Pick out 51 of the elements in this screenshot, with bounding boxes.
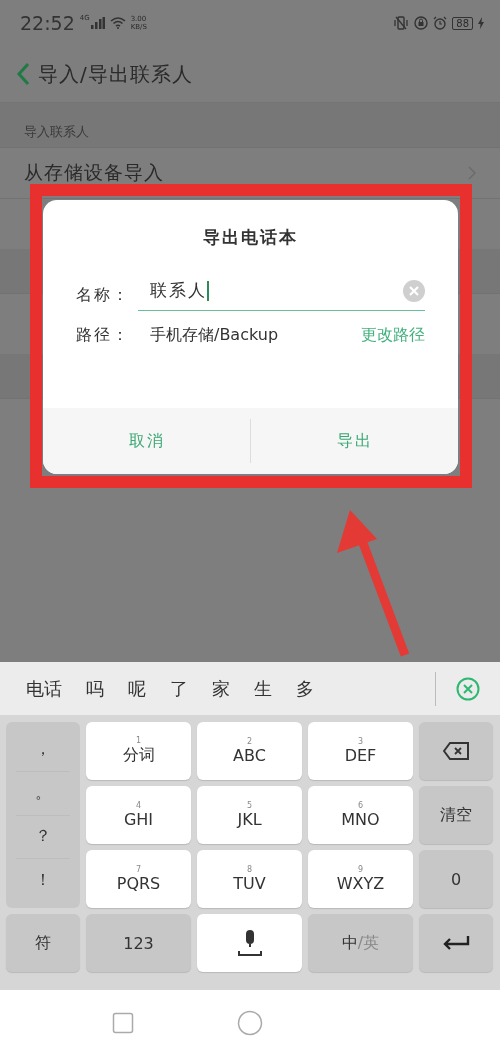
punctuation-key[interactable]: ？ (16, 815, 70, 860)
backspace-icon (443, 742, 469, 760)
keypad-key[interactable]: 1 分词 (86, 722, 191, 780)
enter-key[interactable] (419, 914, 493, 972)
keypad-key[interactable]: 8 TUV (197, 850, 302, 908)
candidate-word[interactable]: 家 (212, 676, 230, 701)
voice-space-key[interactable] (197, 914, 302, 972)
charging-icon (478, 17, 484, 29)
zero-key[interactable]: 0 (419, 850, 493, 908)
lock-icon (414, 16, 429, 30)
keypad-key[interactable]: 4 GHI (86, 786, 191, 844)
candidate-word[interactable]: 吗 (86, 676, 104, 701)
battery-indicator: 88 (452, 16, 473, 30)
candidate-word[interactable]: 生 (254, 676, 272, 701)
alarm-icon (433, 16, 448, 30)
punctuation-key[interactable]: 。 (16, 771, 70, 816)
punctuation-key[interactable]: ， (16, 728, 70, 772)
clear-key[interactable]: 清空 (419, 786, 493, 844)
numbers-key[interactable]: 123 (86, 914, 191, 972)
page-title: 导入/导出联系人 (38, 60, 193, 88)
back-icon[interactable] (16, 62, 30, 86)
candidate-word[interactable]: 电话 (26, 676, 62, 701)
vibrate-icon (393, 16, 410, 30)
keypad-key[interactable]: 5 JKL (197, 786, 302, 844)
candidate-word[interactable]: 呢 (128, 676, 146, 701)
candidate-word[interactable]: 了 (170, 676, 188, 701)
clear-icon[interactable] (403, 279, 425, 302)
signal-icon (90, 17, 105, 29)
field-label: 路径： (76, 325, 131, 346)
name-input-field[interactable]: 联系人 (138, 279, 425, 311)
keypad-key[interactable]: 7 PQRS (86, 850, 191, 908)
keypad-key[interactable]: 9 WXYZ (308, 850, 413, 908)
wifi-icon (109, 17, 126, 29)
section-header: 导入联系人 (24, 123, 89, 141)
candidate-word[interactable]: 多 (296, 676, 314, 701)
enter-icon (442, 935, 470, 951)
keypad-key[interactable]: 3 DEF (308, 722, 413, 780)
list-item[interactable]: 从存储设备导入 (0, 147, 500, 198)
path-value: 手机存储/Backup (150, 325, 279, 346)
close-icon[interactable] (456, 676, 480, 701)
recents-icon[interactable] (111, 1012, 134, 1034)
status-time: 22:52 (20, 12, 75, 34)
keypad-key[interactable]: 2 ABC (197, 722, 302, 780)
symbols-key[interactable]: 符 (6, 914, 80, 972)
punctuation-key[interactable]: ！ (16, 859, 70, 902)
keypad-key[interactable]: 6 MNO (308, 786, 413, 844)
backspace-key[interactable] (419, 722, 493, 780)
field-label: 名称： (76, 284, 131, 306)
language-key[interactable]: 中/英 (308, 914, 413, 972)
home-icon[interactable] (237, 1010, 263, 1036)
dialog-title: 导出电话本 (202, 226, 299, 249)
